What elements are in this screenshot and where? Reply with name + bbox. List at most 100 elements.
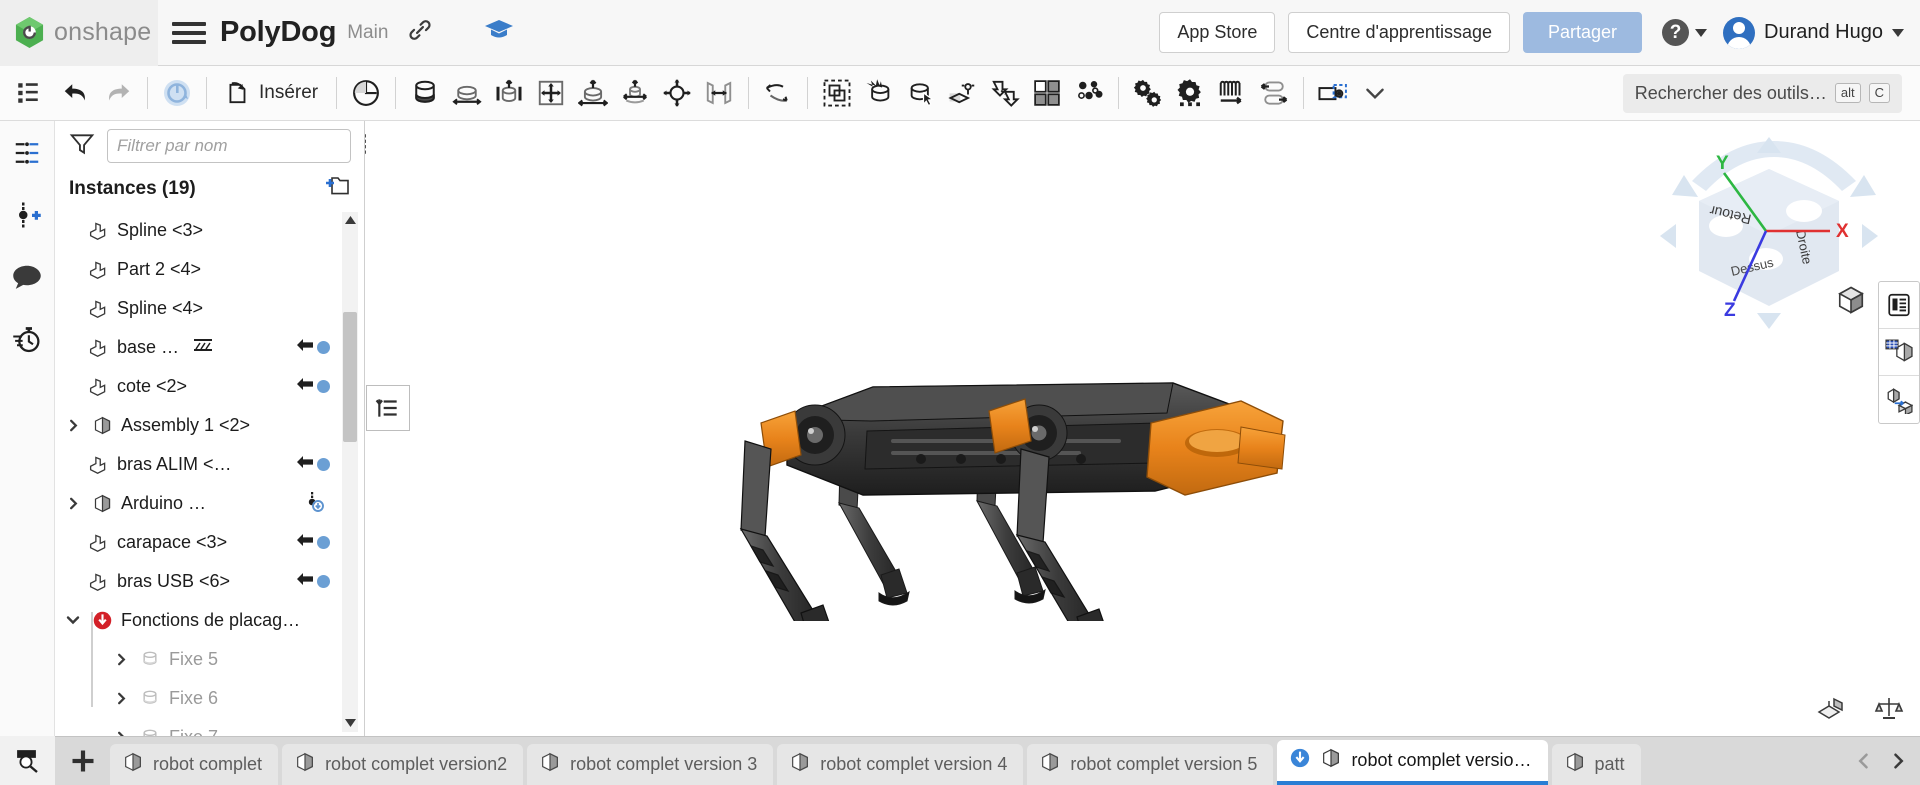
instances-tree[interactable]: Spline <3> Part 2 <4> Spline <4> base … … [55,208,364,736]
version-history-icon[interactable] [7,319,47,359]
tree-node-label: Fixe 6 [169,687,219,708]
funnel-filter-icon[interactable] [69,131,95,162]
help-menu[interactable]: ? [1662,19,1708,46]
assembly-icon [89,415,115,436]
add-mate-connector-icon[interactable] [7,195,47,235]
tree-node-cote-2[interactable]: cote <2> [55,367,364,406]
planar-mate-icon[interactable] [530,70,572,116]
fastened-mate-icon[interactable] [404,70,446,116]
view-cube-toggle-icon[interactable] [1836,285,1866,320]
tree-node-spline-4[interactable]: Spline <4> [55,289,364,328]
tab-robot-complet-version-5[interactable]: robot complet version 5 [1027,744,1274,785]
mass-properties-icon[interactable] [1874,695,1904,728]
tree-node-fixe-6[interactable]: Fixe 6 [55,679,364,718]
tab-robot-complet-version-6-active[interactable]: robot complet versio… [1277,740,1548,785]
toolbar-grid-toggle[interactable] [0,66,55,121]
tab-search-icon[interactable] [0,736,55,785]
app-store-button[interactable]: App Store [1159,12,1276,53]
chevron-right-icon[interactable] [63,418,83,433]
tree-node-label: Spline <3> [117,219,204,240]
display-properties-icon[interactable] [1879,282,1919,329]
explode-view-icon[interactable] [1312,70,1354,116]
user-menu[interactable]: Durand Hugo [1723,16,1904,49]
tree-node-label: cote <2> [117,375,188,396]
gear-relation-icon[interactable] [1127,70,1169,116]
spring-icon[interactable] [1211,70,1253,116]
tree-node-bras-alim[interactable]: bras ALIM <… [55,445,364,484]
select-instance-icon[interactable] [900,70,942,116]
tab-robot-complet[interactable]: robot complet [110,744,279,785]
chevron-right-icon[interactable] [63,496,83,511]
toolbar-overflow-chevron-icon[interactable] [1354,70,1396,116]
mate-connector-edit-icon[interactable] [942,70,984,116]
cad-model-polydog[interactable] [721,331,1341,621]
tree-node-fixe-5[interactable]: Fixe 5 [55,640,364,679]
chevron-right-icon[interactable] [1882,741,1914,781]
circular-pattern-icon[interactable] [1068,70,1110,116]
linear-pattern-icon[interactable] [1026,70,1068,116]
parallel-mate-icon[interactable] [698,70,740,116]
instant-assembly-icon[interactable] [156,70,198,116]
section-view-icon[interactable] [1879,329,1919,376]
undo-icon[interactable] [55,70,97,116]
tab-pattern[interactable]: patt [1551,744,1641,785]
tree-scroll-thumb[interactable] [343,311,357,442]
chevron-down-icon[interactable] [63,612,83,628]
group-icon[interactable] [816,70,858,116]
exploded-view-icon[interactable] [1879,376,1919,423]
search-tools-input[interactable]: Rechercher des outils… alt C [1622,73,1902,113]
tab-robot-complet-version2[interactable]: robot complet version2 [282,744,524,785]
tree-node-base[interactable]: base … [55,328,364,367]
mate-connector-icon[interactable] [345,70,387,116]
assembly-feature-list-icon[interactable] [7,133,47,173]
hamburger-menu-icon[interactable] [172,21,206,44]
graduation-cap-icon[interactable] [484,17,514,48]
measure-icon[interactable] [1816,695,1846,728]
pin-slot-mate-icon[interactable] [614,70,656,116]
scroll-down-icon[interactable] [342,714,358,732]
tree-guide-line [91,611,93,707]
tangent-relation-icon[interactable] [757,70,799,116]
learning-center-button[interactable]: Centre d'apprentissage [1288,12,1510,53]
tree-node-fonctions-de-placage[interactable]: Fonctions de placag… [55,601,364,640]
transform-copy-icon[interactable] [984,70,1026,116]
brand-zone[interactable]: onshape [0,0,158,66]
display-list-icon[interactable] [366,385,410,431]
tree-node-fixe-7[interactable]: Fixe 7 [55,718,364,736]
insert-button[interactable]: Insérer [215,70,328,116]
tree-node-label: base … [117,336,180,357]
tree-node-assembly-1-2[interactable]: Assembly 1 <2> [55,406,364,445]
tree-scrollbar[interactable] [342,211,358,732]
screw-relation-icon[interactable] [1253,70,1295,116]
chevron-left-icon[interactable] [1848,741,1880,781]
graphics-viewport[interactable]: Retour Droite Dessus Y X Z [366,121,1920,736]
tree-node-arduino[interactable]: Arduino … [55,484,364,523]
share-button[interactable]: Partager [1522,12,1643,53]
scroll-up-icon[interactable] [342,212,358,230]
tree-node-label: Spline <4> [117,297,204,318]
replace-instance-icon[interactable] [858,70,900,116]
revolute-mate-icon[interactable] [446,70,488,116]
redo-icon[interactable] [97,70,139,116]
slider-mate-icon[interactable] [488,70,530,116]
tab-robot-complet-version-3[interactable]: robot complet version 3 [527,744,774,785]
tree-node-carapace-3[interactable]: carapace <3> [55,523,364,562]
link-icon[interactable] [406,16,434,49]
add-tab-icon[interactable] [55,736,110,785]
comments-icon[interactable] [7,257,47,297]
cylindrical-mate-icon[interactable] [572,70,614,116]
gear-mate-icon[interactable] [1169,70,1211,116]
suppressed-arrow-icon [296,571,314,592]
chevron-right-icon[interactable] [111,691,131,706]
assembly-icon [89,493,115,514]
chevron-right-icon[interactable] [111,652,131,667]
add-folder-icon[interactable] [324,174,350,204]
tree-node-bras-usb-6[interactable]: bras USB <6> [55,562,364,601]
filter-input[interactable] [107,129,351,164]
tree-node-label: Fixe 5 [169,648,219,669]
tree-node-part-2-4[interactable]: Part 2 <4> [55,250,364,289]
chevron-down-icon [1892,28,1904,37]
tree-node-spline-3[interactable]: Spline <3> [55,211,364,250]
tab-robot-complet-version-4[interactable]: robot complet version 4 [777,744,1024,785]
ball-mate-icon[interactable] [656,70,698,116]
